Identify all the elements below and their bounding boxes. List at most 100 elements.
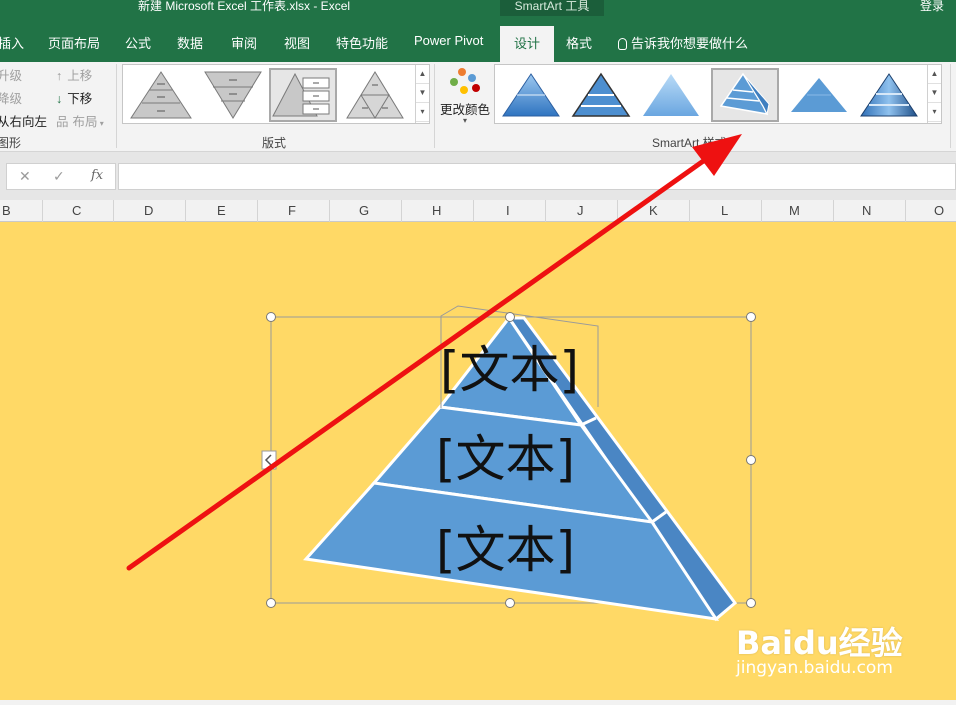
style-pyramid-icon [791,78,847,112]
column-header-g[interactable]: G [359,203,369,218]
tab-view[interactable]: 视图 [284,33,310,52]
column-divider [905,200,906,222]
tab-formulas[interactable]: 公式 [125,33,151,52]
column-header-l[interactable]: L [721,203,728,218]
column-header-o[interactable]: O [934,203,944,218]
column-divider [401,200,402,222]
inverted-pyramid-icon [204,71,262,119]
smartart-styles-group-label: SmartArt 样式 [652,136,727,150]
tell-me-text: 告诉我你想要做什么 [631,36,749,51]
more-icon[interactable]: ▾ [416,103,429,122]
layout-segmented-pyramid[interactable] [341,68,409,122]
dropdown-icon: ▾ [462,116,467,125]
arrow-down-icon: ↓ [56,92,63,106]
tab-review[interactable]: 审阅 [231,33,257,52]
move-down-label: 下移 [67,92,93,106]
enter-icon[interactable]: ✓ [53,168,65,185]
change-colors-button[interactable]: 更改颜色 ▾ [438,66,492,130]
formula-buttons: ✕ ✓ fx [6,163,116,190]
layouts-group-label: 版式 [262,136,287,150]
demote-button[interactable]: 降级 [0,88,22,107]
column-divider [473,200,474,222]
column-divider [329,200,330,222]
excel-window: 新建 Microsoft Excel 工作表.xlsx - Excel Smar… [0,0,956,705]
scroll-up-icon[interactable]: ▲ [928,65,941,84]
tell-me-box[interactable]: 告诉我你想要做什么 [618,33,748,52]
column-header-e[interactable]: E [217,203,226,218]
ribbon-body: 升级 降级 从右向左 ↑ 上移 ↓ 下移 品布局 ▾ 图形 ▲ ▼ ▾ 版式 更… [0,62,956,152]
sheet-tabs-bar [0,700,956,705]
insert-function-icon[interactable]: fx [91,168,103,183]
promote-button[interactable]: 升级 [0,65,22,84]
formula-input[interactable] [118,163,956,190]
column-header-n[interactable]: N [862,203,871,218]
lightbulb-icon [618,38,627,50]
right-to-left-button[interactable]: 从右向左 [0,111,47,130]
watermark-site: jingyan.baidu.com [736,658,893,678]
pyramid-layout-icon [130,71,192,119]
style-3d-pyramid-icon [719,72,770,116]
column-divider [185,200,186,222]
column-header-i[interactable]: I [506,203,510,218]
column-header-b[interactable]: B [2,203,11,218]
column-header-c[interactable]: C [72,203,81,218]
arrow-up-icon: ↑ [56,69,63,83]
layout-pyramid-list[interactable] [269,68,337,122]
style-pyramid-icon [502,73,560,117]
column-header-j[interactable]: J [577,203,584,218]
create-graphic-group-label: 图形 [0,136,22,150]
column-header-h[interactable]: H [432,203,441,218]
org-layout-icon: 品 [56,115,69,129]
style-pyramid-icon [571,72,631,117]
group-separator [434,64,435,148]
formula-bar: ✕ ✓ fx [0,152,956,200]
layouts-gallery: ▲ ▼ ▾ [122,64,430,124]
style-option-3[interactable] [637,68,705,122]
scroll-down-icon[interactable]: ▼ [416,84,429,103]
scroll-up-icon[interactable]: ▲ [416,65,429,84]
move-up-button[interactable]: ↑ 上移 [56,65,92,84]
segmented-pyramid-icon [346,71,404,119]
layout-inverted-pyramid[interactable] [199,68,267,122]
style-option-4-selected[interactable] [711,68,779,122]
ribbon-tabs: 插入 页面布局 公式 数据 审阅 视图 特色功能 Power Pivot 设计 … [0,16,956,62]
palette-dot [450,78,458,86]
login-button[interactable]: 登录 [920,0,944,13]
pyramid-list-icon [272,72,330,117]
style-pyramid-icon [643,74,699,116]
tab-design[interactable]: 设计 [500,26,555,62]
column-divider [833,200,834,222]
styles-gallery-scroll[interactable]: ▲ ▼ ▾ [927,65,941,123]
column-divider [42,200,43,222]
more-icon[interactable]: ▾ [928,103,941,122]
layout-basic-pyramid[interactable] [127,68,195,122]
column-divider [761,200,762,222]
column-header-d[interactable]: D [144,203,153,218]
column-divider [257,200,258,222]
column-divider [545,200,546,222]
tab-format[interactable]: 格式 [566,33,592,52]
move-down-button[interactable]: ↓ 下移 [56,88,92,107]
style-pyramid-icon [860,73,918,117]
cancel-icon[interactable]: ✕ [19,168,31,185]
column-header-f[interactable]: F [288,203,296,218]
tab-power-pivot[interactable]: Power Pivot [414,33,483,48]
column-header-k[interactable]: K [649,203,658,218]
style-option-6[interactable] [855,68,923,122]
tab-page-layout[interactable]: 页面布局 [48,33,100,52]
tab-data[interactable]: 数据 [177,33,203,52]
column-header-m[interactable]: M [789,203,800,218]
layouts-gallery-scroll[interactable]: ▲ ▼ ▾ [415,65,429,123]
tab-special-features[interactable]: 特色功能 [336,33,388,52]
palette-dot [468,74,476,82]
tab-insert[interactable]: 插入 [0,33,24,52]
column-headers: B C D E F G H I J K L M N O [0,200,956,222]
group-separator [950,64,951,148]
style-option-2[interactable] [567,68,635,122]
style-option-5[interactable] [785,68,853,122]
column-divider [689,200,690,222]
dropdown-icon: ▾ [97,119,104,128]
style-option-1[interactable] [497,68,565,122]
scroll-down-icon[interactable]: ▼ [928,84,941,103]
layout-button[interactable]: 品布局 ▾ [56,111,104,130]
